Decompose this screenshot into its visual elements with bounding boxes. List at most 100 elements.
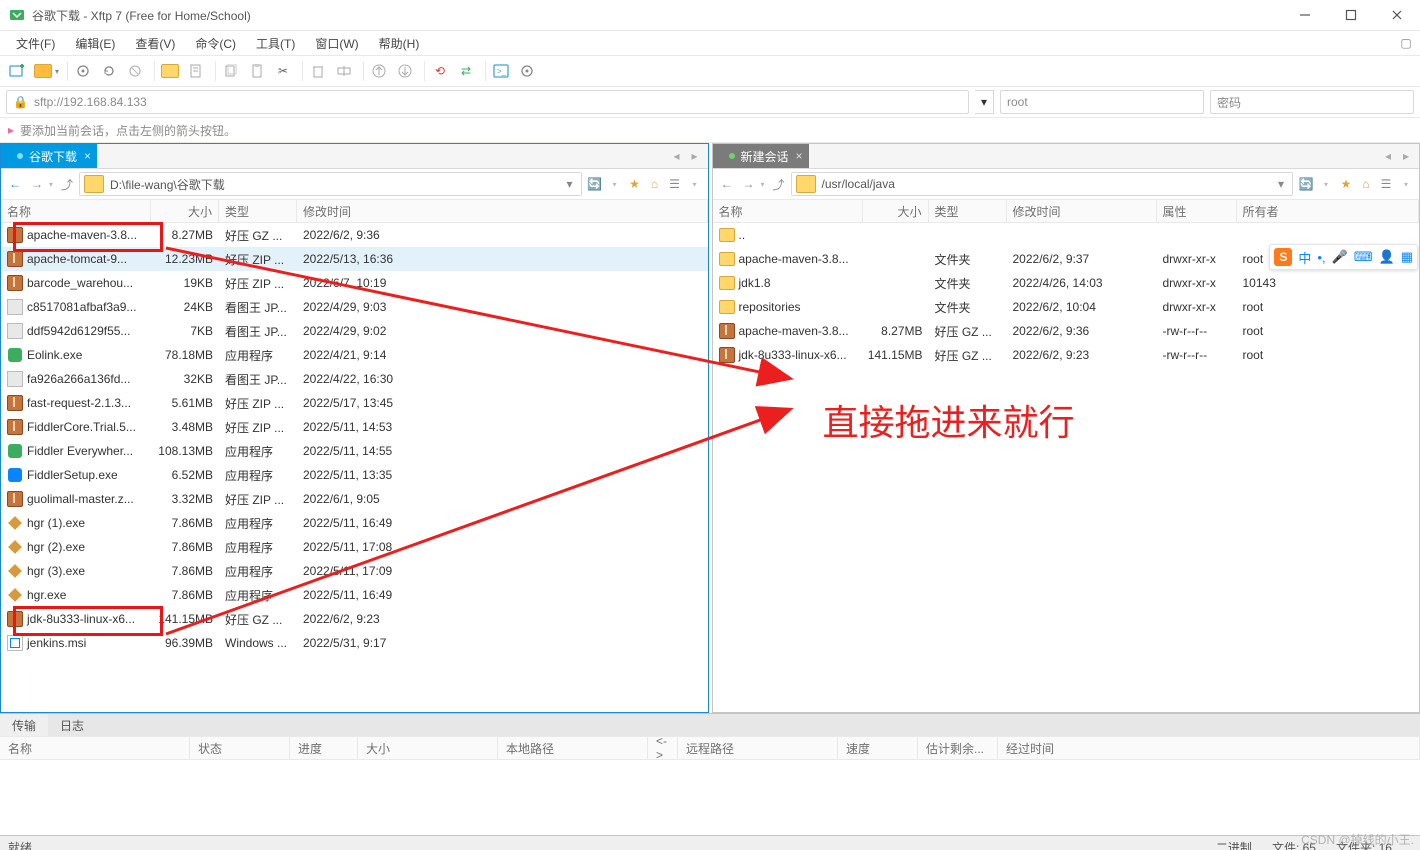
right-file-list[interactable]: 名称 大小 类型 修改时间 属性 所有者 ..apache-maven-3.8.…: [713, 200, 1420, 712]
new-session-icon[interactable]: [6, 60, 28, 82]
sogou-keyboard-icon[interactable]: ⌨: [1354, 249, 1373, 265]
col-size[interactable]: 大小: [151, 200, 219, 222]
minimize-button[interactable]: [1282, 0, 1328, 30]
list-item[interactable]: hgr.exe7.86MB应用程序2022/5/11, 16:49: [1, 583, 708, 607]
list-item[interactable]: FiddlerCore.Trial.5...3.48MB好压 ZIP ...20…: [1, 415, 708, 439]
list-item[interactable]: Fiddler Everywher...108.13MB应用程序2022/5/1…: [1, 439, 708, 463]
restore-small-button[interactable]: ▢: [1398, 36, 1414, 50]
terminal-icon[interactable]: >_: [490, 60, 512, 82]
properties-icon[interactable]: [185, 60, 207, 82]
close-tab-icon[interactable]: ×: [796, 149, 803, 163]
maximize-button[interactable]: [1328, 0, 1374, 30]
list-item[interactable]: guolimall-master.z...3.32MB好压 ZIP ...202…: [1, 487, 708, 511]
col-owner[interactable]: 所有者: [1237, 200, 1420, 222]
list-item[interactable]: hgr (3).exe7.86MB应用程序2022/5/11, 17:09: [1, 559, 708, 583]
col-name[interactable]: 名称: [713, 200, 863, 222]
tab-prev-icon[interactable]: ◂: [1379, 146, 1397, 166]
list-mode-icon[interactable]: ☰: [666, 175, 684, 193]
close-tab-icon[interactable]: ×: [84, 149, 91, 163]
transfer-list[interactable]: [0, 760, 1420, 835]
back-button[interactable]: ←: [717, 174, 737, 194]
bookmark-icon[interactable]: ★: [1337, 175, 1355, 193]
up-button[interactable]: ⤴: [769, 174, 789, 194]
home-icon[interactable]: ⌂: [646, 175, 664, 193]
path-dropdown-icon[interactable]: ▾: [562, 177, 576, 191]
menu-file[interactable]: 文件(F): [6, 35, 65, 52]
transfer-header[interactable]: 名称 状态 进度 大小 本地路径 <-> 远程路径 速度 估计剩余... 经过时…: [0, 736, 1420, 760]
new-folder-icon[interactable]: [159, 60, 181, 82]
tcol-speed[interactable]: 速度: [838, 737, 918, 759]
col-type[interactable]: 类型: [929, 200, 1007, 222]
list-item[interactable]: Eolink.exe78.18MB应用程序2022/4/21, 9:14: [1, 343, 708, 367]
tab-prev-icon[interactable]: ◂: [668, 146, 686, 166]
username-input[interactable]: root: [1000, 90, 1204, 114]
col-name[interactable]: 名称: [1, 200, 151, 222]
left-list-header[interactable]: 名称 大小 类型 修改时间: [1, 200, 708, 223]
forward-button[interactable]: →: [27, 174, 47, 194]
rename-icon[interactable]: [333, 60, 355, 82]
menu-view[interactable]: 查看(V): [125, 35, 185, 52]
paste-icon[interactable]: [246, 60, 268, 82]
tab-transfer[interactable]: 传输: [0, 714, 48, 736]
upload-icon[interactable]: [368, 60, 390, 82]
sync-icon[interactable]: ⟲: [429, 60, 451, 82]
password-input[interactable]: 密码: [1210, 90, 1414, 114]
list-item[interactable]: jdk-8u333-linux-x6...141.15MB好压 GZ ...20…: [1, 607, 708, 631]
tcol-size[interactable]: 大小: [358, 737, 498, 759]
tcol-local[interactable]: 本地路径: [498, 737, 648, 759]
right-tab[interactable]: 新建会话 ×: [713, 144, 809, 168]
options-icon[interactable]: [516, 60, 538, 82]
col-type[interactable]: 类型: [219, 200, 297, 222]
tcol-remote[interactable]: 远程路径: [678, 737, 838, 759]
bookmark-icon[interactable]: ★: [626, 175, 644, 193]
sogou-user-icon[interactable]: 👤: [1379, 249, 1395, 265]
right-list-header[interactable]: 名称 大小 类型 修改时间 属性 所有者: [713, 200, 1420, 223]
left-tab[interactable]: 谷歌下载 ×: [1, 144, 97, 168]
tcol-status[interactable]: 状态: [190, 737, 290, 759]
col-date[interactable]: 修改时间: [1007, 200, 1157, 222]
list-item[interactable]: apache-maven-3.8...8.27MB好压 GZ ...2022/6…: [713, 319, 1420, 343]
col-date[interactable]: 修改时间: [297, 200, 708, 222]
tcol-arrow[interactable]: <->: [648, 737, 678, 759]
menu-tools[interactable]: 工具(T): [246, 35, 305, 52]
tab-next-icon[interactable]: ▸: [686, 146, 704, 166]
list-item[interactable]: apache-maven-3.8...8.27MB好压 GZ ...2022/6…: [1, 223, 708, 247]
delete-icon[interactable]: [307, 60, 329, 82]
tcol-elapsed[interactable]: 经过时间: [998, 737, 1420, 759]
compare-icon[interactable]: ⇄: [455, 60, 477, 82]
sogou-menu-icon[interactable]: ▦: [1401, 249, 1413, 265]
address-input[interactable]: 🔒 sftp://192.168.84.133: [6, 90, 969, 114]
left-path-input[interactable]: D:\file-wang\谷歌下载 ▾: [79, 172, 581, 196]
back-button[interactable]: ←: [5, 174, 25, 194]
list-item[interactable]: jenkins.msi96.39MBWindows ...2022/5/31, …: [1, 631, 708, 655]
right-path-input[interactable]: /usr/local/java ▾: [791, 172, 1293, 196]
list-item[interactable]: hgr (1).exe7.86MB应用程序2022/5/11, 16:49: [1, 511, 708, 535]
list-item[interactable]: fast-request-2.1.3...5.61MB好压 ZIP ...202…: [1, 391, 708, 415]
list-item[interactable]: apache-tomcat-9...12.23MB好压 ZIP ...2022/…: [1, 247, 708, 271]
tab-next-icon[interactable]: ▸: [1397, 146, 1415, 166]
list-item[interactable]: repositories文件夹2022/6/2, 10:04drwxr-xr-x…: [713, 295, 1420, 319]
list-item[interactable]: jdk-8u333-linux-x6...141.15MB好压 GZ ...20…: [713, 343, 1420, 367]
menu-help[interactable]: 帮助(H): [369, 35, 430, 52]
reconnect-icon[interactable]: [98, 60, 120, 82]
list-item[interactable]: jdk1.8文件夹2022/4/26, 14:03drwxr-xr-x10143: [713, 271, 1420, 295]
open-icon[interactable]: [32, 60, 54, 82]
copy-icon[interactable]: [220, 60, 242, 82]
list-item[interactable]: FiddlerSetup.exe6.52MB应用程序2022/5/11, 13:…: [1, 463, 708, 487]
col-size[interactable]: 大小: [863, 200, 929, 222]
sogou-lang[interactable]: 中: [1298, 248, 1311, 267]
cut-icon[interactable]: ✂: [272, 60, 294, 82]
list-mode-icon[interactable]: ☰: [1377, 175, 1395, 193]
up-button[interactable]: ⤴: [57, 174, 77, 194]
address-dropdown[interactable]: ▾: [975, 90, 994, 114]
disconnect-icon[interactable]: [124, 60, 146, 82]
list-item[interactable]: c8517081afbaf3a9...24KB看图王 JP...2022/4/2…: [1, 295, 708, 319]
tab-log[interactable]: 日志: [48, 714, 96, 736]
connect-icon[interactable]: [72, 60, 94, 82]
menu-window[interactable]: 窗口(W): [305, 35, 368, 52]
download-icon[interactable]: [394, 60, 416, 82]
tcol-name[interactable]: 名称: [0, 737, 190, 759]
tcol-progress[interactable]: 进度: [290, 737, 358, 759]
list-item[interactable]: fa926a266a136fd...32KB看图王 JP...2022/4/22…: [1, 367, 708, 391]
sogou-mic-icon[interactable]: 🎤: [1332, 249, 1348, 265]
